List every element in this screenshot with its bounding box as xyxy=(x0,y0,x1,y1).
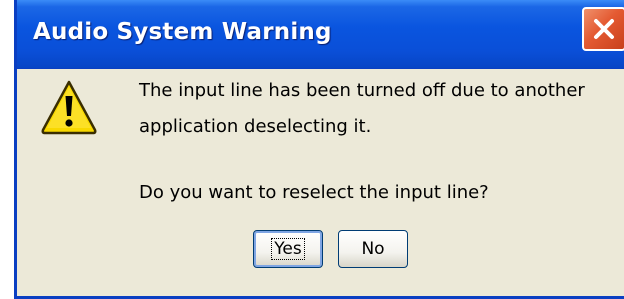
title-bar[interactable]: Audio System Warning xyxy=(17,0,624,69)
yes-button-label: Yes xyxy=(271,238,305,260)
warning-icon xyxy=(41,80,97,135)
no-button-label: No xyxy=(361,239,385,259)
message-line-1: The input line has been turned off due t… xyxy=(139,80,585,101)
message-line-2: application deselecting it. xyxy=(139,116,372,137)
no-button[interactable]: No xyxy=(338,230,408,268)
close-icon xyxy=(594,19,614,39)
yes-button[interactable]: Yes xyxy=(253,230,323,268)
close-button[interactable] xyxy=(582,7,624,51)
dialog-title: Audio System Warning xyxy=(33,19,332,45)
question-text: Do you want to reselect the input line? xyxy=(139,182,489,203)
dialog-window: Audio System Warning The input line has … xyxy=(14,0,624,299)
